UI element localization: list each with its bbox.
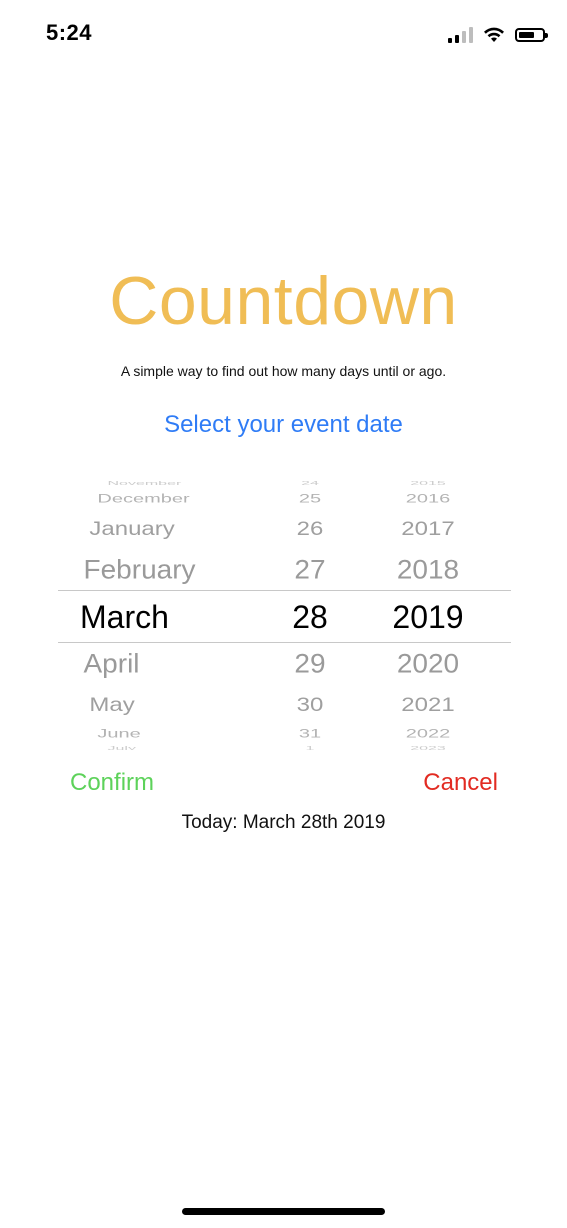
picker-day[interactable]: 26 — [290, 517, 330, 541]
status-bar: 5:24 — [0, 0, 567, 70]
picker-month[interactable]: May — [89, 693, 134, 717]
select-event-date-label: Select your event date — [164, 411, 403, 438]
picker-year[interactable]: 2018 — [388, 554, 468, 586]
battery-icon — [515, 28, 548, 42]
wifi-icon — [484, 27, 504, 42]
app-title: Countdown — [109, 263, 458, 339]
picker-month[interactable]: February — [84, 554, 196, 586]
picker-month[interactable]: July — [108, 746, 136, 750]
picker-year[interactable]: 2021 — [388, 693, 468, 717]
picker-month[interactable]: December — [97, 492, 189, 507]
signal-icon — [448, 27, 473, 43]
picker-row[interactable]: July 1 2023 — [58, 739, 511, 750]
picker-row[interactable]: May 30 2021 — [58, 691, 511, 720]
picker-year[interactable]: 2023 — [388, 746, 468, 750]
home-indicator — [182, 1208, 385, 1215]
picker-day[interactable]: 27 — [290, 554, 330, 586]
picker-row[interactable]: January 26 2017 — [58, 515, 511, 544]
picker-row[interactable]: December 25 2016 — [58, 487, 511, 511]
app-subtitle: A simple way to find out how many days u… — [120, 363, 447, 379]
picker-year[interactable]: 2016 — [388, 492, 468, 507]
picker-month[interactable]: March — [80, 598, 169, 636]
date-picker[interactable]: November 24 2015 December 25 2016 January 26 201… — [58, 478, 511, 750]
picker-day[interactable]: 1 — [290, 746, 330, 750]
picker-row[interactable]: April 29 2020 — [58, 647, 511, 681]
picker-day[interactable]: 30 — [290, 693, 330, 717]
picker-day[interactable]: 28 — [290, 598, 330, 636]
confirm-button[interactable]: Confirm — [70, 769, 154, 797]
picker-month[interactable]: April — [84, 648, 140, 680]
picker-month[interactable]: January — [89, 517, 174, 541]
picker-selection-line-top — [58, 590, 511, 591]
status-time: 5:24 — [46, 20, 93, 45]
picker-day[interactable]: 29 — [290, 648, 330, 680]
cancel-button[interactable]: Cancel — [423, 769, 498, 797]
picker-row-selected[interactable]: March 28 2019 — [58, 598, 511, 636]
picker-day[interactable]: 25 — [290, 492, 330, 507]
picker-selection-line-bottom — [58, 642, 511, 643]
picker-year[interactable]: 2017 — [388, 517, 468, 541]
today-label: Today: March 28th 2019 — [181, 812, 386, 833]
picker-year[interactable]: 2020 — [388, 648, 468, 680]
picker-row[interactable]: February 27 2018 — [58, 553, 511, 587]
status-icons — [448, 24, 548, 46]
picker-year[interactable]: 2019 — [388, 598, 468, 636]
